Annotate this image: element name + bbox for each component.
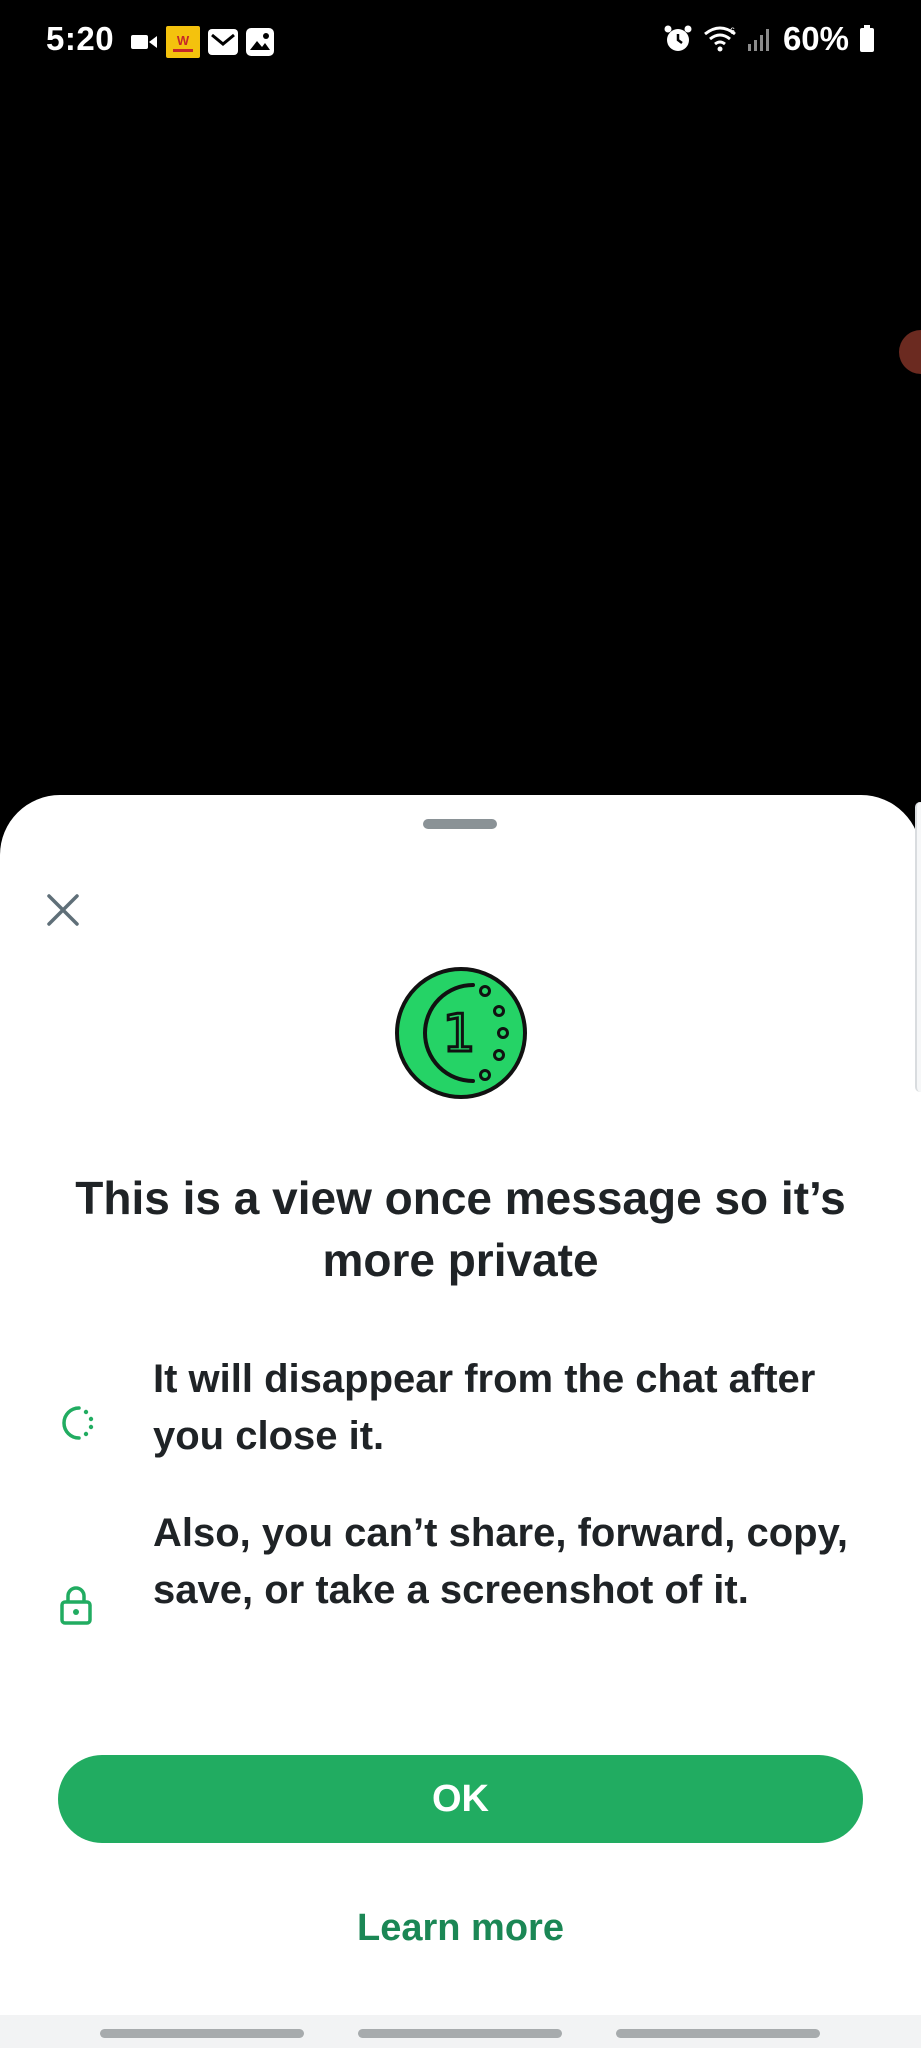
app-notification-icon: W — [166, 26, 200, 58]
nav-back-button[interactable] — [616, 2029, 820, 2038]
video-camera-icon — [130, 27, 158, 57]
svg-text:W: W — [177, 33, 190, 48]
wifi-icon: 6 — [703, 24, 737, 54]
learn-more-link[interactable]: Learn more — [0, 1907, 921, 1950]
status-icons-right: 6 60% — [663, 20, 875, 58]
dotted-circle-icon — [56, 1403, 96, 1443]
view-once-media-background — [0, 88, 921, 808]
view-once-icon: 1 — [393, 965, 529, 1101]
close-icon — [46, 893, 80, 932]
feature-text: It will disappear from the chat after yo… — [153, 1357, 816, 1458]
ok-button[interactable]: OK — [58, 1755, 863, 1843]
system-nav-bar — [0, 2015, 921, 2048]
signal-icon — [747, 24, 773, 54]
gallery-icon — [246, 27, 274, 57]
svg-text:6: 6 — [730, 26, 735, 36]
mail-icon — [208, 27, 238, 57]
status-icons-left: W — [130, 26, 274, 58]
nav-recents-button[interactable] — [100, 2029, 304, 2038]
close-button[interactable] — [38, 887, 88, 937]
view-once-badge-number: 1 — [442, 1004, 475, 1064]
drag-handle[interactable] — [423, 819, 497, 829]
battery-percent: 60% — [782, 20, 849, 57]
nav-home-button[interactable] — [358, 2029, 562, 2038]
feature-text: Also, you can’t share, forward, copy, sa… — [153, 1511, 848, 1612]
sheet-side-edge — [915, 802, 921, 1092]
alarm-icon — [663, 24, 693, 54]
screen: 5:20 W 6 60% 1 This is a view once messa… — [0, 0, 921, 2048]
sheet-title: This is a view once message so it’s more… — [75, 1172, 846, 1286]
view-once-info-sheet: 1 This is a view once message so it’s mo… — [0, 795, 921, 2015]
lock-icon — [56, 1585, 96, 1625]
status-bar: 5:20 W 6 60% — [0, 0, 921, 88]
battery-icon — [859, 24, 875, 54]
status-time: 5:20 — [46, 20, 115, 57]
